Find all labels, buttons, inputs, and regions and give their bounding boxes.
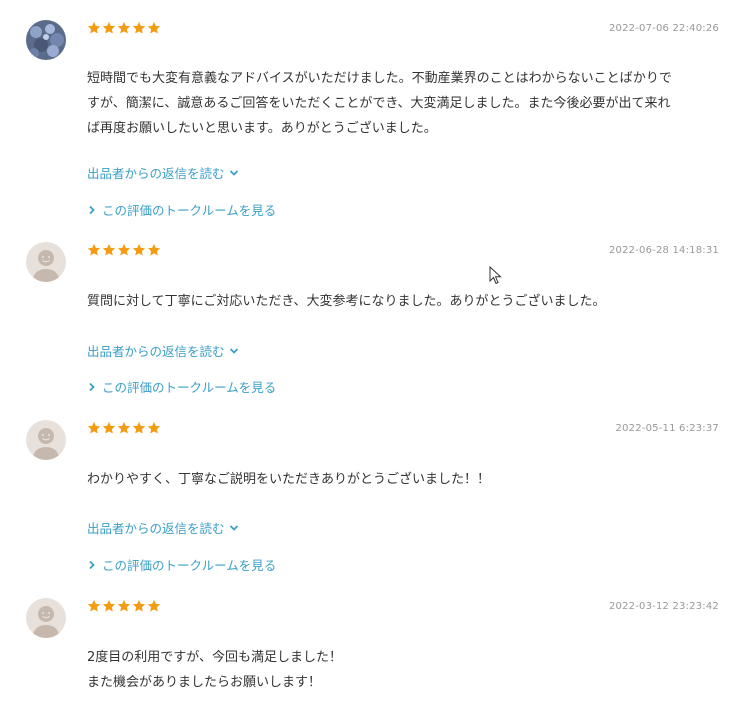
star-rating [87,421,161,437]
read-seller-reply-link[interactable]: 出品者からの返信を読む [87,518,240,537]
chevron-right-icon [89,560,95,569]
reply-link-label: 出品者からの返信を読む [87,166,225,181]
view-talkroom-link[interactable]: この評価のトークルームを見る [88,200,276,219]
view-talkroom-link[interactable]: この評価のトークルームを見る [88,555,276,574]
star-icon [102,243,116,256]
star-rating [87,599,161,615]
review-date: 2022-03-12 23:23:42 [608,601,719,612]
star-icon [147,421,161,434]
chevron-right-icon [89,382,95,391]
review-body: 短時間でも大変有意義なアドバイスがいただけました。不動産業界のことはわからないこ… [87,66,719,141]
review-body: 質問に対して丁寧にご対応いただき、大変参考になりました。ありがとうございました。 [87,289,719,314]
read-seller-reply-link[interactable]: 出品者からの返信を読む [87,341,240,360]
star-icon [87,421,101,434]
star-rating [87,21,161,37]
reply-link-label: 出品者からの返信を読む [87,521,225,536]
star-icon [87,243,101,256]
star-icon [117,243,131,256]
star-icon [132,599,146,612]
review-body: 2度目の利用ですが、今回も満足しました！ また機会がありましたらお願いします！ [87,645,719,695]
review-line: 質問に対して丁寧にご対応いただき、大変参考になりました。ありがとうございました。 [87,294,606,309]
star-icon [102,599,116,612]
star-icon [132,421,146,434]
review-line: すが、簡潔に、誠意あるご回答をいただくことができ、大変満足しました。また今後必要… [87,96,671,111]
review-line: ば再度お願いしたいと思います。ありがとうございました。 [87,121,437,136]
default-user-icon [26,420,66,460]
review-date: 2022-07-06 22:40:26 [608,23,719,34]
user-avatar[interactable] [26,20,66,60]
chevron-down-icon [229,169,238,176]
review-date: 2022-06-28 14:18:31 [608,245,719,256]
star-icon [132,21,146,34]
user-avatar[interactable] [26,598,66,638]
talk-link-label: この評価のトークルームを見る [102,558,277,573]
review-line: わかりやすく、丁寧なご説明をいただきありがとうございました！！ [87,472,491,487]
star-icon [117,21,131,34]
star-icon [117,599,131,612]
user-avatar[interactable] [26,420,66,460]
star-icon [87,21,101,34]
reply-link-label: 出品者からの返信を読む [87,344,225,359]
review-date: 2022-05-11 6:23:37 [615,423,719,434]
star-icon [132,243,146,256]
mouse-cursor-icon [489,266,502,285]
star-icon [102,21,116,34]
review-line: 短時間でも大変有意義なアドバイスがいただけました。不動産業界のことはわからないこ… [87,71,672,86]
review-body: わかりやすく、丁寧なご説明をいただきありがとうございました！！ [87,467,719,492]
default-user-icon [26,242,66,282]
chevron-down-icon [229,524,238,531]
talk-link-label: この評価のトークルームを見る [102,380,277,395]
photo-avatar-icon [26,20,66,60]
star-icon [102,421,116,434]
star-icon [117,421,131,434]
star-icon [147,243,161,256]
user-avatar[interactable] [26,242,66,282]
star-rating [87,243,161,259]
view-talkroom-link[interactable]: この評価のトークルームを見る [88,377,276,396]
chevron-right-icon [89,205,95,214]
review-line: 2度目の利用ですが、今回も満足しました！ [87,650,343,665]
default-user-icon [26,598,66,638]
talk-link-label: この評価のトークルームを見る [102,203,277,218]
star-icon [87,599,101,612]
read-seller-reply-link[interactable]: 出品者からの返信を読む [87,163,240,182]
chevron-down-icon [229,347,238,354]
star-icon [147,21,161,34]
review-line: また機会がありましたらお願いします！ [87,675,322,690]
star-icon [147,599,161,612]
